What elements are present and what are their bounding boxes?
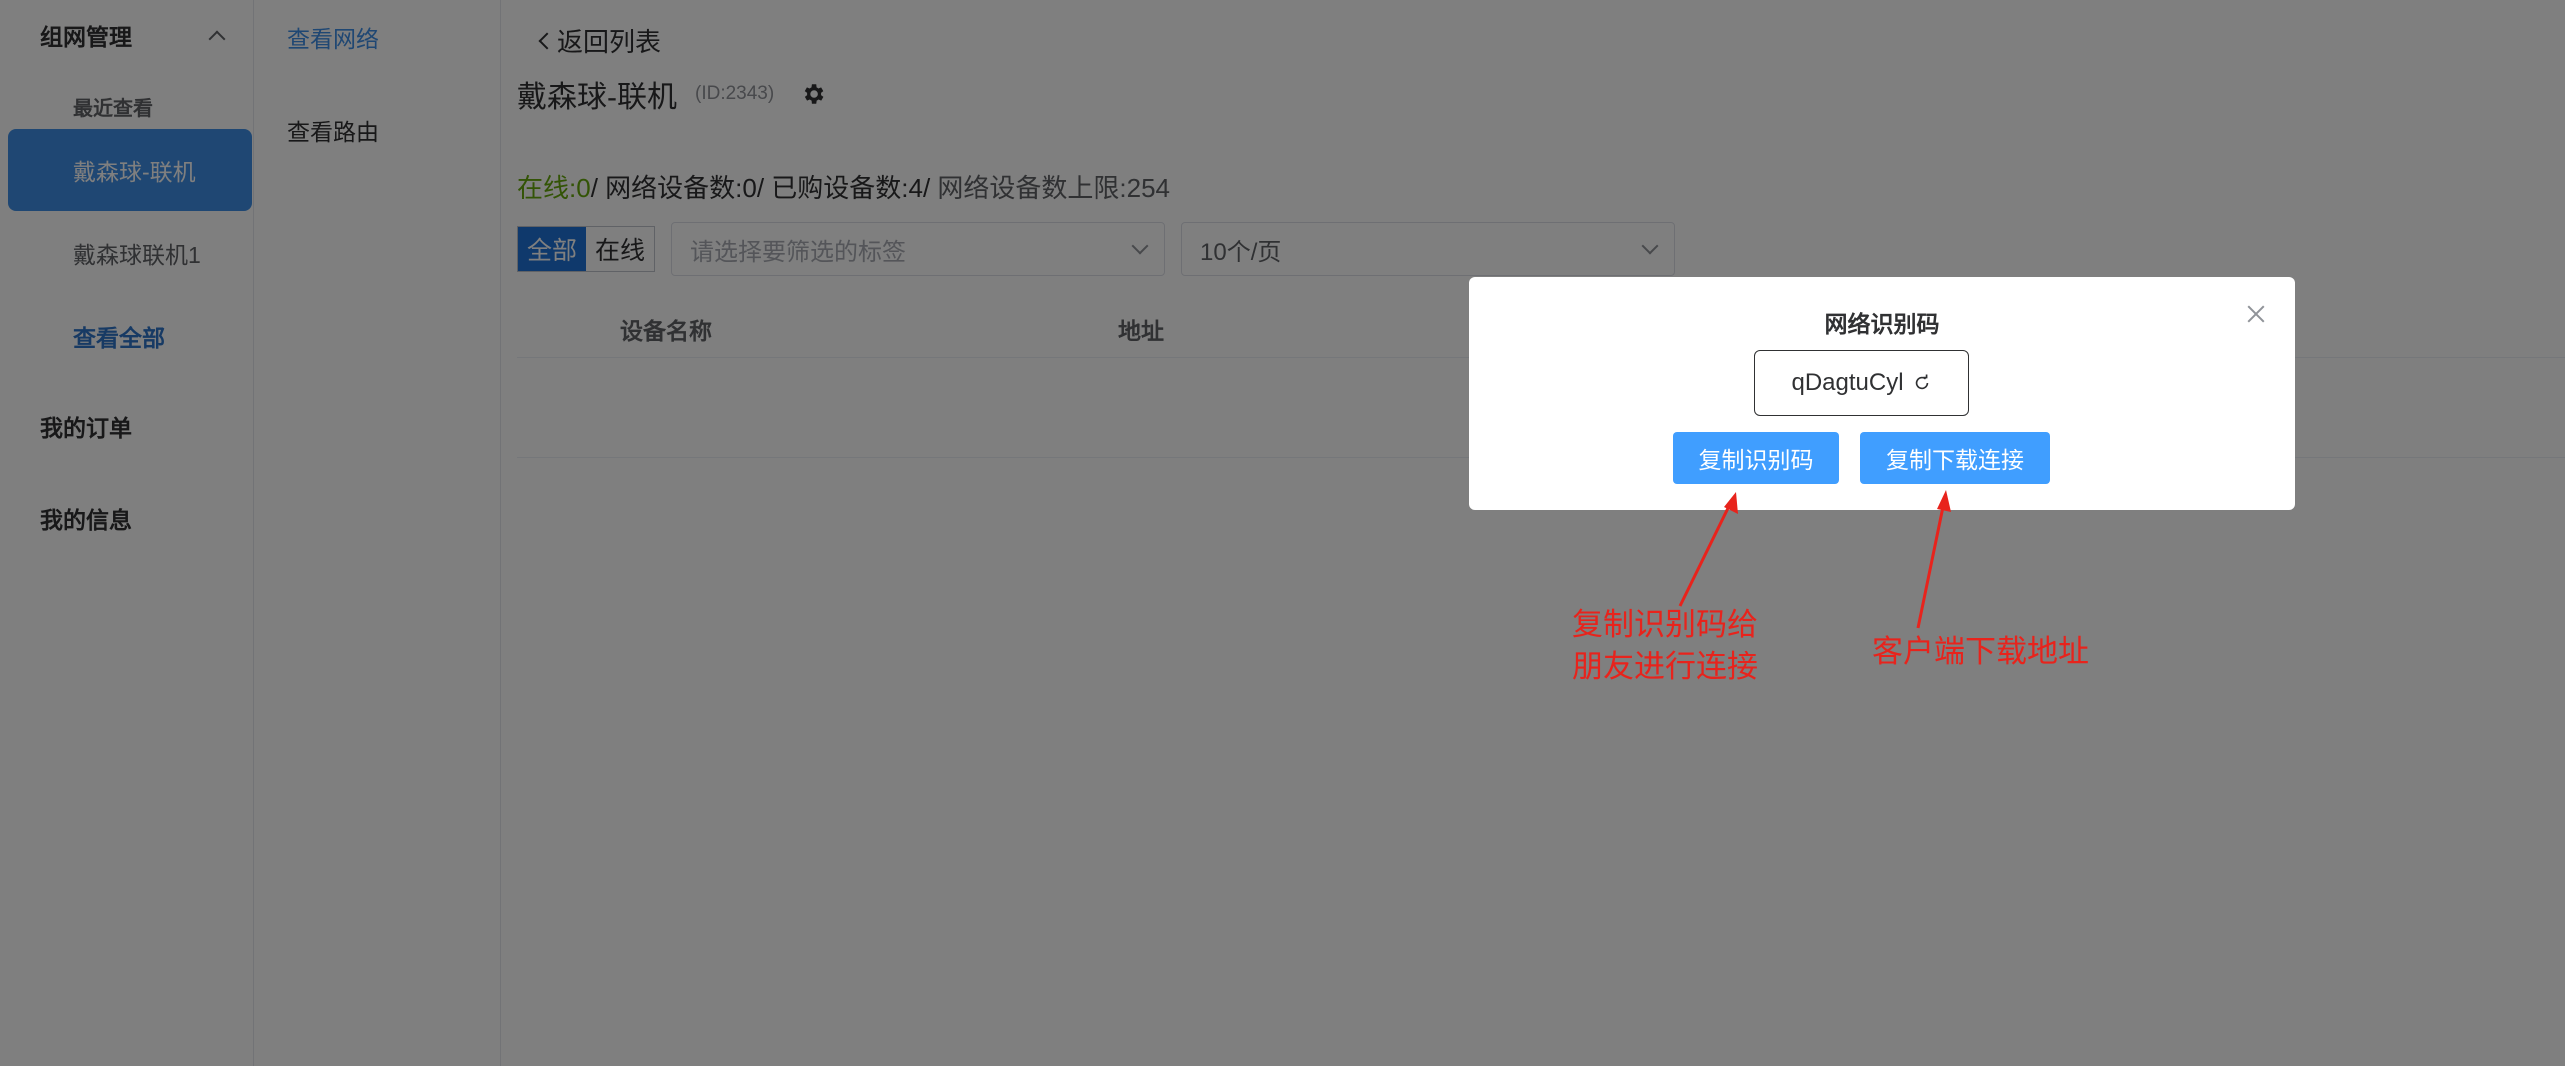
annotation-arrows (1678, 490, 1951, 629)
annotation-download-address: 客户端下载地址 (1872, 634, 2089, 669)
arrow-to-copy-code (1678, 501, 1733, 607)
annotation-copy-code-line1: 复制识别码给 (1572, 607, 1758, 642)
arrow-to-copy-link (1916, 501, 1946, 629)
app-root: 组网管理 最近查看 戴森球-联机 戴森球联机1 查看全部 我的订单 我的信息 查… (0, 0, 2565, 1066)
arrowhead-copy-link (1937, 490, 1951, 512)
annotation-copy-code: 复制识别码给 朋友进行连接 (1572, 604, 1758, 688)
annotation-copy-code-line2: 朋友进行连接 (1572, 649, 1758, 684)
